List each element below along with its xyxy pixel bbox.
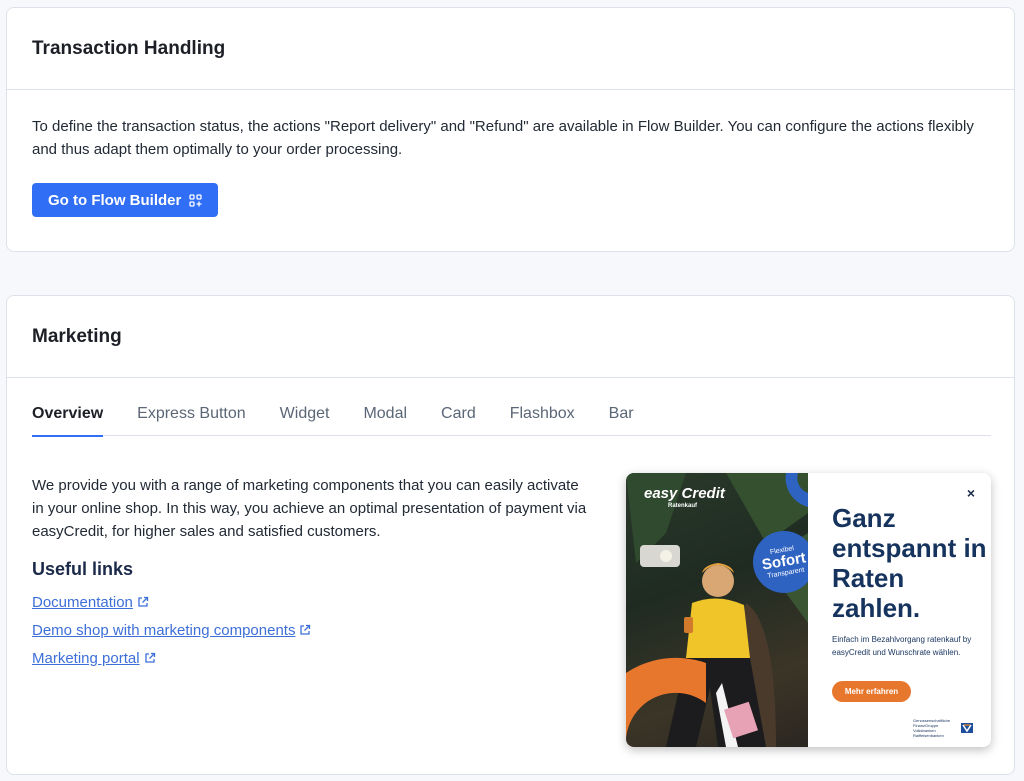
easycredit-logo: easy Credit Ratenkauf — [644, 486, 725, 513]
transaction-handling-header: Transaction Handling — [7, 8, 1014, 90]
marketing-card: Marketing Overview Express Button Widget… — [6, 295, 1015, 775]
marketing-overview-content: We provide you with a range of marketing… — [32, 474, 592, 672]
mehr-erfahren-button[interactable]: Mehr erfahren — [832, 681, 911, 702]
transaction-handling-card: Transaction Handling To define the trans… — [6, 7, 1015, 252]
banner-illustration — [626, 473, 808, 747]
banner-text-panel: × Ganz entspannt in Raten zahlen. Einfac… — [808, 473, 991, 747]
banner-headline: Ganz entspannt in Raten zahlen. — [832, 503, 987, 623]
demo-shop-link-label: Demo shop with marketing components — [32, 621, 296, 639]
useful-links-list: Documentation Demo shop with marketing c… — [32, 588, 592, 672]
tab-card[interactable]: Card — [441, 396, 476, 436]
close-icon[interactable]: × — [967, 485, 975, 501]
marketing-title: Marketing — [32, 325, 122, 347]
flow-builder-button-label: Go to Flow Builder — [48, 191, 182, 209]
documentation-link[interactable]: Documentation — [32, 588, 592, 616]
banner-footer-text: Genossenschaftliche FinanzGruppe Volksba… — [913, 718, 951, 738]
external-link-icon — [300, 624, 311, 635]
banner-footer: Genossenschaftliche FinanzGruppe Volksba… — [913, 718, 973, 738]
marketing-portal-link[interactable]: Marketing portal — [32, 644, 592, 672]
tab-express-button[interactable]: Express Button — [137, 396, 246, 436]
documentation-link-label: Documentation — [32, 593, 133, 611]
tab-bar[interactable]: Bar — [609, 396, 634, 436]
easycredit-banner-preview: easy Credit Ratenkauf Flexibel Sofort Tr… — [626, 473, 991, 747]
external-link-icon — [144, 652, 155, 663]
go-to-flow-builder-button[interactable]: Go to Flow Builder — [32, 183, 219, 217]
marketing-header: Marketing — [7, 296, 1014, 378]
marketing-tabs: Overview Express Button Widget Modal Car… — [32, 396, 991, 437]
transaction-description: To define the transaction status, the ac… — [32, 118, 974, 158]
demo-shop-link[interactable]: Demo shop with marketing components — [32, 616, 592, 644]
banner-photo: easy Credit Ratenkauf Flexibel Sofort Tr… — [626, 473, 808, 747]
transaction-handling-body: To define the transaction status, the ac… — [7, 90, 1014, 217]
banner-subtext: Einfach im Bezahlvorgang ratenkauf by ea… — [832, 635, 972, 657]
tab-widget[interactable]: Widget — [280, 396, 330, 436]
transaction-handling-title: Transaction Handling — [32, 37, 226, 59]
volksbank-logo-icon — [961, 723, 973, 733]
tab-overview[interactable]: Overview — [32, 396, 104, 437]
useful-links-heading: Useful links — [32, 559, 134, 579]
tab-flashbox[interactable]: Flashbox — [510, 396, 575, 436]
marketing-portal-link-label: Marketing portal — [32, 649, 140, 667]
external-link-icon — [138, 596, 149, 607]
flow-builder-icon — [189, 193, 202, 207]
tab-modal[interactable]: Modal — [363, 396, 407, 436]
marketing-description: We provide you with a range of marketing… — [32, 477, 587, 540]
